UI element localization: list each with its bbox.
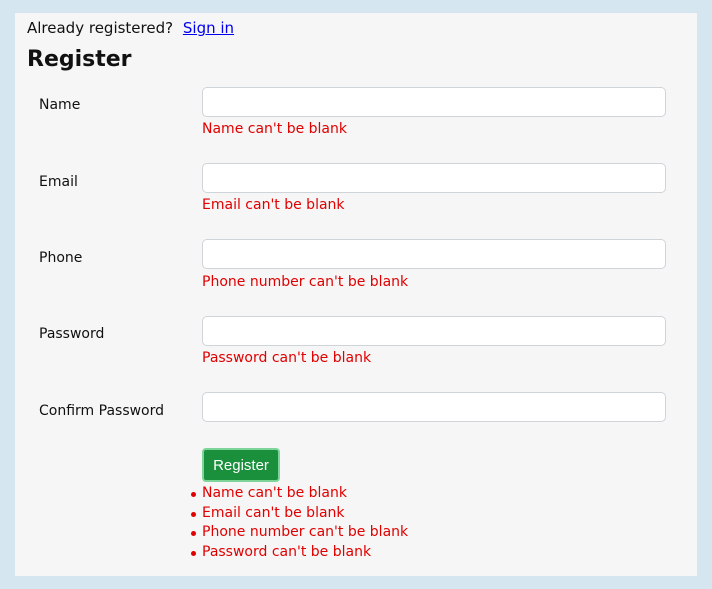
password-input[interactable] bbox=[202, 316, 666, 346]
register-panel: Already registered? Sign in Register Nam… bbox=[15, 13, 697, 576]
error-summary-item: Password can't be blank bbox=[190, 543, 408, 563]
error-summary-list: Name can't be blank Email can't be blank… bbox=[190, 484, 408, 563]
page-title: Register bbox=[27, 47, 132, 72]
phone-error: Phone number can't be blank bbox=[202, 274, 409, 290]
name-error: Name can't be blank bbox=[202, 121, 347, 137]
confirm-password-input[interactable] bbox=[202, 392, 666, 422]
name-label: Name bbox=[39, 97, 81, 113]
signin-prompt-line: Already registered? Sign in bbox=[27, 19, 234, 37]
already-registered-text: Already registered? bbox=[27, 19, 174, 37]
name-input[interactable] bbox=[202, 87, 666, 117]
error-summary-item: Email can't be blank bbox=[190, 504, 408, 524]
email-error: Email can't be blank bbox=[202, 197, 345, 213]
register-button[interactable]: Register bbox=[202, 448, 280, 482]
error-summary-item: Phone number can't be blank bbox=[190, 523, 408, 543]
email-input[interactable] bbox=[202, 163, 666, 193]
email-label: Email bbox=[39, 174, 78, 190]
sign-in-link[interactable]: Sign in bbox=[183, 19, 234, 37]
phone-input[interactable] bbox=[202, 239, 666, 269]
password-error: Password can't be blank bbox=[202, 350, 372, 366]
phone-label: Phone bbox=[39, 250, 83, 266]
password-label: Password bbox=[39, 326, 105, 342]
confirm-password-label: Confirm Password bbox=[39, 403, 165, 419]
error-summary-item: Name can't be blank bbox=[190, 484, 408, 504]
